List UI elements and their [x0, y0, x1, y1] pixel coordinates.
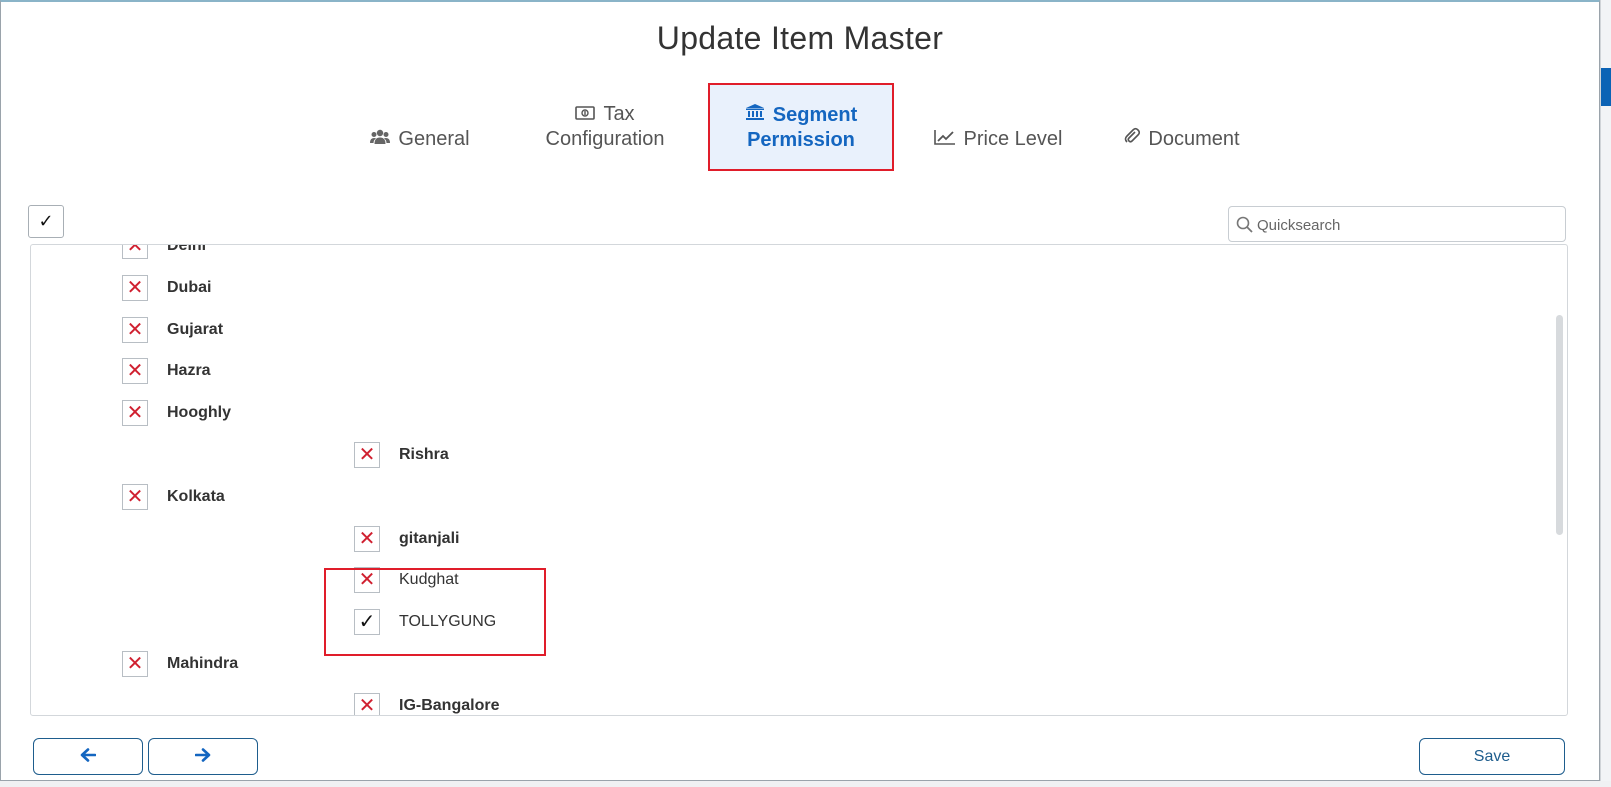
tab-document[interactable]: Document: [1112, 127, 1252, 152]
segment-row: ✕ Kolkata: [122, 482, 225, 512]
segment-row: ✕ Mahindra: [122, 649, 238, 679]
tab-price-label: Price Level: [963, 128, 1063, 150]
arrow-right-icon: [194, 748, 211, 765]
search-icon: [1236, 216, 1253, 238]
segment-row: ✕ Hooghly: [122, 398, 231, 428]
x-icon: ✕: [358, 695, 376, 716]
next-button[interactable]: [148, 738, 258, 775]
quicksearch-input[interactable]: [1257, 213, 1557, 237]
x-icon: ✕: [126, 277, 144, 299]
segment-label: gitanjali: [399, 530, 460, 547]
segment-label: Kudghat: [399, 571, 459, 588]
right-edge: [1600, 0, 1611, 787]
segment-checkbox-excluded[interactable]: ✕: [354, 442, 380, 468]
segment-label: Kolkata: [167, 488, 225, 505]
list-scrollbar[interactable]: [1556, 315, 1563, 535]
tab-general-label: General: [398, 128, 470, 150]
segment-label: Delhi: [167, 244, 207, 254]
select-all-checkbox[interactable]: ✓: [28, 205, 64, 238]
segment-label: Gujarat: [167, 321, 224, 338]
segment-row: ✕ Gujarat: [122, 315, 223, 345]
money-icon: [575, 102, 596, 127]
segment-row: ✕ Delhi: [122, 244, 207, 261]
segment-checkbox-excluded[interactable]: ✕: [122, 484, 148, 510]
segment-label: Dubai: [167, 279, 212, 296]
segment-checkbox-excluded[interactable]: ✕: [122, 400, 148, 426]
tab-price-level[interactable]: Price Level: [918, 127, 1078, 152]
segment-label: TOLLYGUNG: [399, 613, 497, 630]
arrow-left-icon: [80, 748, 97, 765]
segment-checkbox-excluded[interactable]: ✕: [354, 693, 380, 716]
page-title: Update Item Master: [656, 20, 944, 56]
segment-label: IG-Bangalore: [399, 697, 500, 714]
segment-row: ✓ TOLLYGUNG: [354, 607, 496, 637]
x-icon: ✕: [358, 444, 376, 466]
x-icon: ✕: [126, 402, 144, 424]
quicksearch-box[interactable]: [1228, 206, 1566, 242]
segment-row: ✕ IG-Bangalore: [354, 691, 500, 716]
x-icon: ✕: [126, 486, 144, 508]
segment-row: ✕ gitanjali: [354, 524, 459, 554]
tab-document-label: Document: [1148, 128, 1240, 150]
tab-segment-label-line1: Segment: [772, 104, 858, 126]
segment-row: ✕ Hazra: [122, 356, 211, 386]
chart-line-icon: [933, 127, 956, 152]
segment-checkbox-excluded[interactable]: ✕: [122, 358, 148, 384]
x-icon: ✕: [358, 569, 376, 591]
paperclip-icon: [1124, 127, 1141, 152]
segment-checkbox-excluded[interactable]: ✕: [122, 275, 148, 301]
segment-row: ✕ Dubai: [122, 273, 211, 303]
segment-label: Rishra: [399, 446, 449, 463]
previous-button[interactable]: [33, 738, 143, 775]
x-icon: ✕: [126, 244, 144, 257]
x-icon: ✕: [358, 528, 376, 550]
check-icon: ✓: [358, 611, 376, 633]
tab-tax-configuration[interactable]: Tax Configuration: [530, 102, 680, 152]
bank-icon: [745, 103, 765, 128]
segment-row: ✕ Kudghat: [354, 565, 459, 595]
tab-general[interactable]: General: [360, 127, 480, 152]
segment-checkbox-checked[interactable]: ✓: [354, 609, 380, 635]
users-icon: [370, 127, 391, 152]
x-icon: ✕: [126, 360, 144, 382]
segment-checkbox-excluded[interactable]: ✕: [354, 567, 380, 593]
segment-label: Hooghly: [167, 404, 231, 421]
segment-label: Mahindra: [167, 655, 239, 672]
x-icon: ✕: [126, 319, 144, 341]
save-button[interactable]: Save: [1419, 738, 1565, 775]
tab-segment-label-line2: Permission: [747, 129, 855, 152]
bottom-edge: [0, 781, 1611, 787]
segment-checkbox-excluded[interactable]: ✕: [122, 317, 148, 343]
segment-row: ✕ Rishra: [354, 440, 449, 470]
right-accent-bar: [1601, 68, 1611, 106]
segment-permission-list[interactable]: ✕ Delhi ✕ Dubai ✕ Gujarat ✕ Hazra ✕ Hooghly ✕ Rishr…: [30, 244, 1568, 716]
segment-checkbox-excluded[interactable]: ✕: [354, 526, 380, 552]
x-icon: ✕: [126, 653, 144, 675]
segment-label: Hazra: [167, 362, 211, 379]
tab-tax-label-line1: Tax: [603, 103, 635, 125]
tab-segment-permission[interactable]: Segment Permission: [708, 83, 894, 171]
segment-checkbox-excluded[interactable]: ✕: [122, 651, 148, 677]
segment-checkbox-excluded[interactable]: ✕: [122, 244, 148, 259]
tab-tax-label-line2: Configuration: [545, 128, 665, 151]
